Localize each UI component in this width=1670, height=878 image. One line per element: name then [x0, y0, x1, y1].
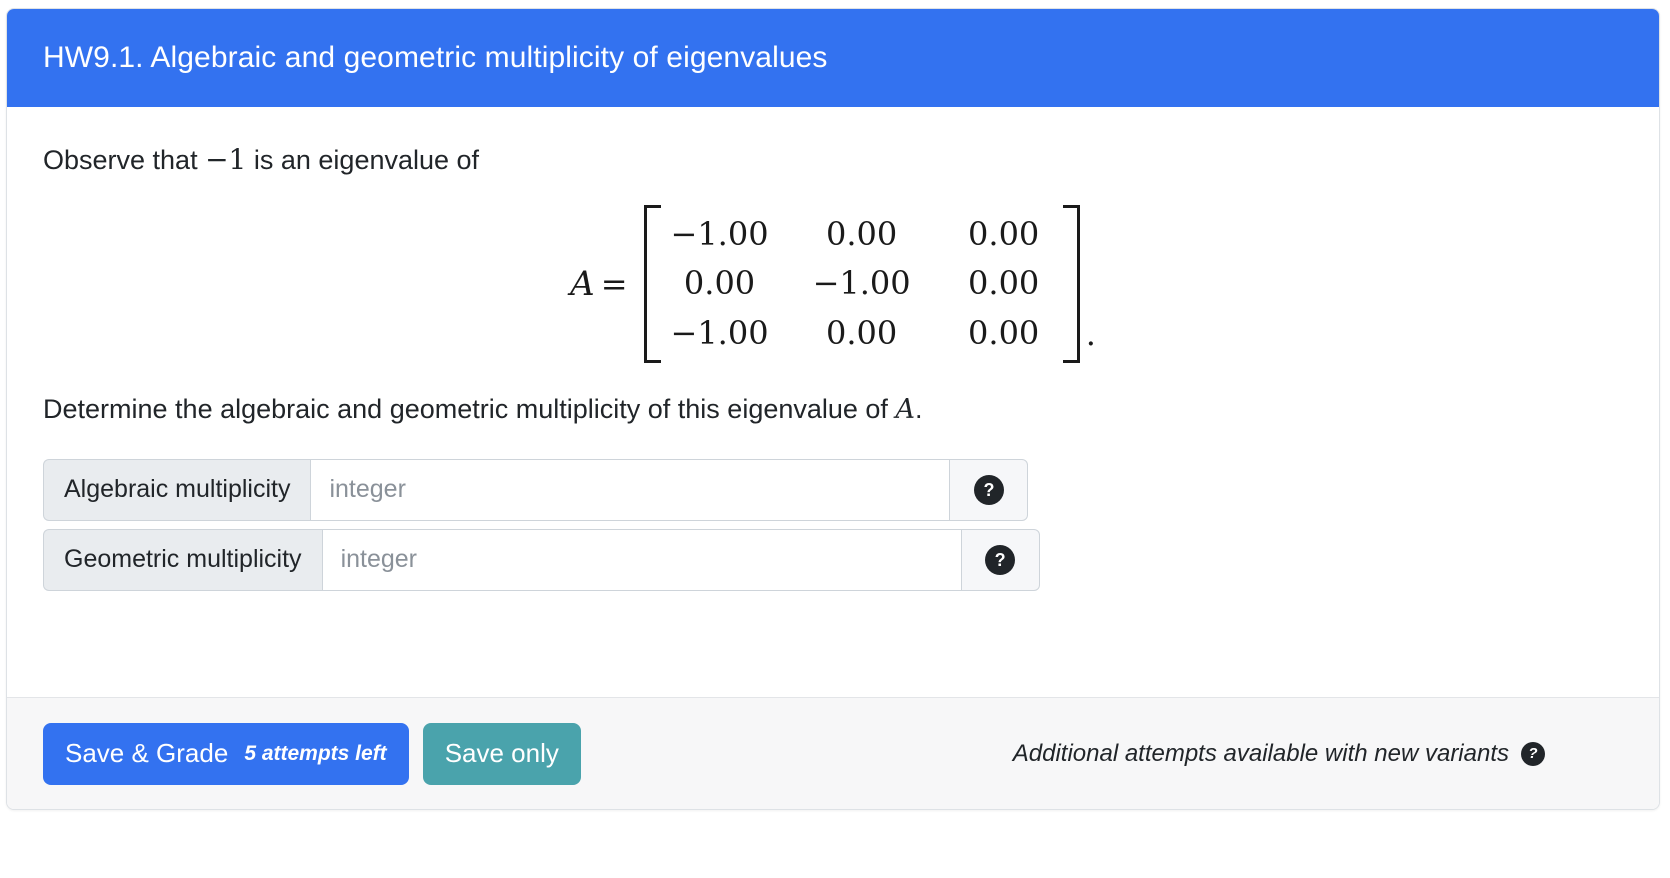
save-and-grade-button[interactable]: Save & Grade 5 attempts left [43, 722, 409, 785]
bracket-right-icon [1062, 204, 1080, 364]
variants-note-text: Additional attempts available with new v… [1012, 739, 1509, 767]
intro-statement: Observe that −1 is an eigenvalue of [43, 141, 1623, 179]
question-mark-icon[interactable]: ? [1521, 741, 1545, 766]
question-mark-icon: ? [985, 544, 1016, 575]
matrix-cell: 0.00 [683, 264, 756, 303]
matrix-trailing-period: . [1085, 315, 1096, 354]
matrix-symbol: A [570, 264, 595, 305]
algebraic-multiplicity-input[interactable]: integer [310, 458, 951, 521]
geometric-multiplicity-help-button[interactable]: ? [961, 528, 1040, 591]
matrix-cell: −1.00 [812, 264, 911, 303]
geometric-multiplicity-input[interactable]: integer [321, 528, 962, 591]
matrix-grid: −1.00 0.00 0.00 0.00 −1.00 0.00 −1.00 0.… [661, 205, 1063, 364]
page-title: HW9.1. Algebraic and geometric multiplic… [43, 41, 828, 74]
intro-suffix: is an eigenvalue of [246, 145, 480, 175]
matrix-cell: 0.00 [825, 214, 898, 253]
matrix-cell: −1.00 [670, 214, 769, 253]
save-only-label: Save only [444, 738, 559, 768]
answer-fields: Algebraic multiplicity integer ? Geometr… [43, 458, 1623, 591]
question-page: HW9.1. Algebraic and geometric multiplic… [0, 0, 1670, 878]
matrix-display: A = −1.00 0.00 0.00 0.00 −1.00 0.00 −1.0… [43, 204, 1623, 364]
save-only-button[interactable]: Save only [422, 722, 581, 785]
algebraic-multiplicity-label: Algebraic multiplicity [43, 458, 311, 521]
input-group-algebraic-multiplicity: Algebraic multiplicity integer ? [43, 458, 1029, 521]
matrix-brackets: −1.00 0.00 0.00 0.00 −1.00 0.00 −1.00 0.… [643, 204, 1080, 364]
intro-prefix: Observe that [43, 145, 206, 175]
question-suffix: . [914, 394, 923, 425]
question-statement: Determine the algebraic and geometric mu… [43, 391, 1623, 428]
variants-note: Additional attempts available with new v… [1013, 740, 1623, 768]
card-body: Observe that −1 is an eigenvalue of A = … [7, 107, 1659, 697]
input-group-geometric-multiplicity: Geometric multiplicity integer ? [43, 528, 1040, 591]
geometric-multiplicity-label: Geometric multiplicity [43, 528, 322, 591]
matrix-cell: 0.00 [825, 313, 898, 352]
attempts-left-badge: 5 attempts left [244, 741, 387, 765]
matrix-cell: −1.00 [670, 313, 769, 352]
matrix-cell: 0.00 [968, 264, 1040, 303]
save-and-grade-label: Save & Grade [65, 738, 229, 768]
card-header: HW9.1. Algebraic and geometric multiplic… [7, 9, 1659, 107]
eigenvalue-inline: −1 [205, 143, 247, 176]
matrix-cell: 0.00 [968, 313, 1040, 352]
bracket-left-icon [643, 204, 661, 364]
question-matrix-symbol: A [895, 394, 915, 426]
matrix-equals: = [600, 265, 628, 304]
question-card: HW9.1. Algebraic and geometric multiplic… [6, 8, 1660, 810]
card-footer: Save & Grade 5 attempts left Save only A… [7, 697, 1659, 809]
question-prefix: Determine the algebraic and geometric mu… [43, 394, 896, 425]
algebraic-multiplicity-help-button[interactable]: ? [950, 458, 1029, 521]
matrix-cell: 0.00 [968, 214, 1040, 253]
question-mark-icon: ? [973, 474, 1004, 505]
